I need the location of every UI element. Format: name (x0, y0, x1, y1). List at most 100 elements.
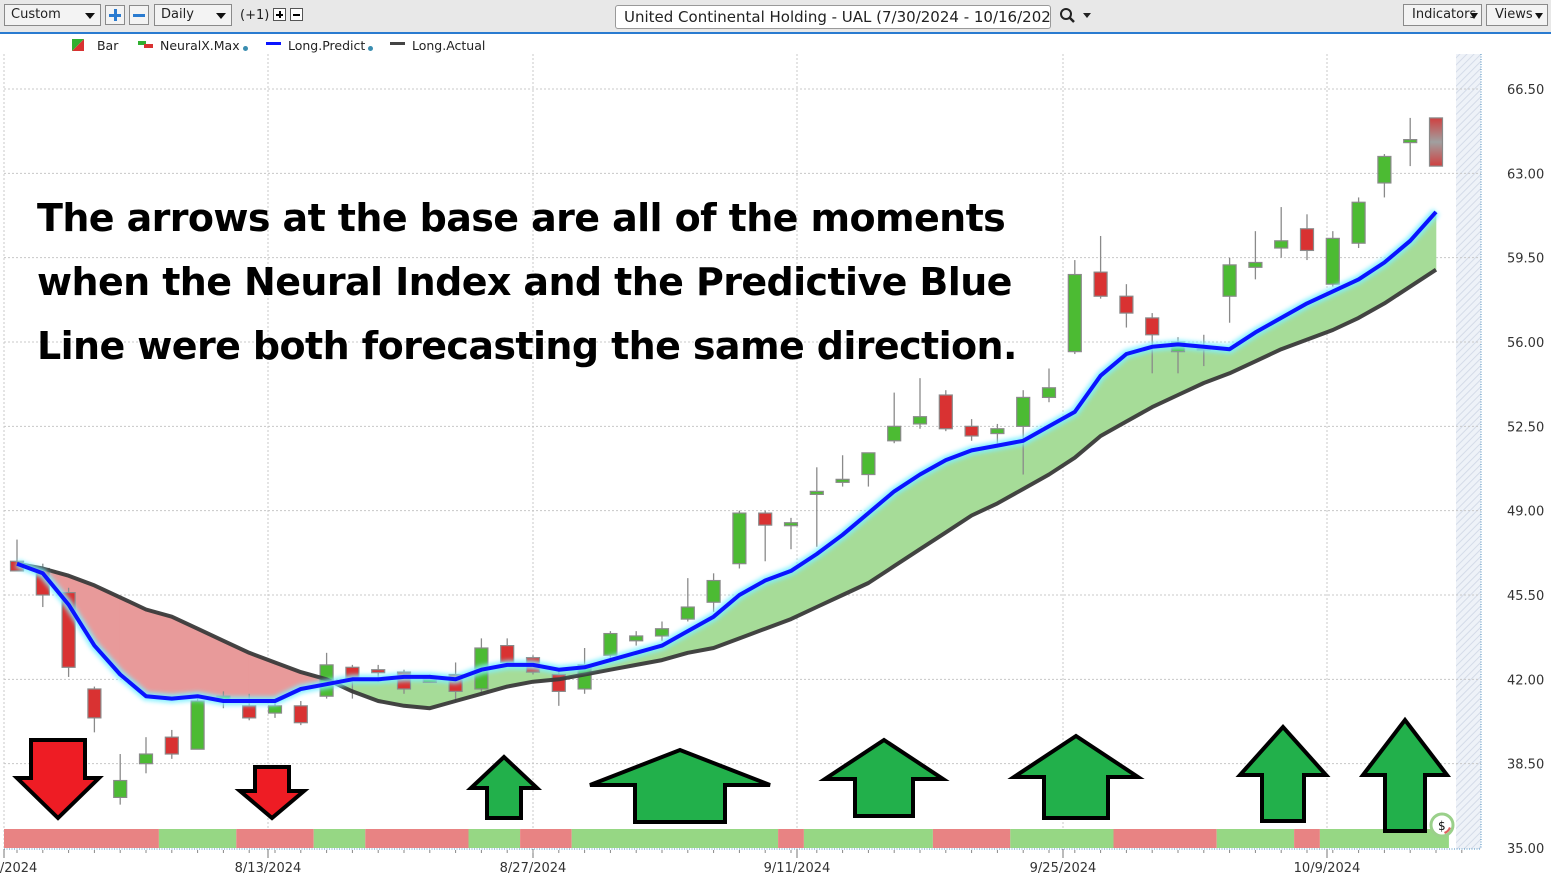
candle-body (267, 705, 283, 714)
candle-body (1145, 317, 1160, 336)
legend-item-long-predict[interactable]: Long.Predict (266, 38, 374, 53)
candle-body (500, 644, 515, 664)
grid (3, 54, 1481, 849)
neural-band-segment-bull (468, 829, 521, 848)
candle (1093, 235, 1108, 299)
bar-swatch-icon (72, 39, 84, 51)
neural-band-segment-bull (571, 829, 779, 848)
y-tick-label: 38.50 (1507, 758, 1544, 773)
candle-body (680, 606, 695, 620)
candle-body (113, 779, 128, 798)
neural-index-band (4, 829, 1449, 848)
candle (190, 696, 205, 750)
candle (1041, 368, 1057, 403)
candle-body (783, 522, 799, 527)
neural-band-segment-bull (1010, 829, 1114, 848)
y-axis: 66.50 63.00 59.50 56.00 52.50 49.00 45.50 42.00… (1507, 83, 1544, 857)
candle-body (164, 736, 179, 755)
candle (938, 390, 953, 432)
candle (1222, 257, 1237, 323)
candle-body (861, 452, 876, 476)
y-tick-label: 42.00 (1507, 673, 1544, 688)
arrow-up-icon (465, 754, 543, 820)
candle (1377, 154, 1392, 198)
candle-body (1119, 295, 1134, 314)
neural-band-segment-bear (778, 829, 804, 848)
candle (1351, 197, 1366, 249)
candle-body (990, 428, 1005, 435)
legend-label: NeuralX.Max (159, 38, 240, 53)
candle-body (732, 512, 747, 565)
candle-body (1067, 273, 1082, 353)
price-chart[interactable]: 66.50 63.00 59.50 56.00 52.50 49.00 45.50 42.00… (0, 0, 1551, 883)
signal-arrows (12, 716, 1452, 833)
actual-swatch-icon (390, 42, 405, 45)
candle (680, 578, 695, 622)
candle-body (938, 394, 953, 430)
candle (87, 686, 102, 733)
y-tick-label: 63.00 (1507, 167, 1544, 182)
neural-band-segment-bear (1113, 829, 1217, 848)
candle (912, 378, 928, 429)
candle (1428, 117, 1444, 167)
dollar-badge-icon[interactable]: $ (1429, 812, 1455, 838)
y-tick-label: 56.00 (1507, 336, 1544, 351)
annotation-text: The arrows at the base are all of the mo… (37, 186, 1017, 378)
x-axis: 7/30/2024 8/13/2024 8/27/2024 9/11/2024 9/25… (0, 849, 1463, 876)
candle-body (1248, 261, 1263, 268)
neural-band-segment-bull (1216, 829, 1295, 848)
neural-band-segment-bull (803, 829, 933, 848)
candle-body (912, 416, 928, 425)
arrow-up-icon (818, 737, 950, 818)
candle-body (1428, 117, 1444, 167)
arrow-up-icon (1235, 724, 1331, 823)
neural-band-segment-bull (158, 829, 237, 848)
candle-body (1093, 271, 1108, 297)
legend-item-neuralx-max[interactable]: NeuralX.Max (138, 38, 248, 53)
neural-band-segment-bear (365, 829, 469, 848)
annotation-line: The arrows at the base are all of the mo… (37, 196, 1006, 240)
neural-band-segment-bear (932, 829, 1011, 848)
settings-dot-icon[interactable] (368, 46, 374, 51)
candle (758, 510, 773, 562)
arrow-down-icon (12, 738, 104, 821)
candle-body (1299, 228, 1315, 252)
candle (551, 669, 566, 706)
legend-label: Bar (96, 38, 119, 53)
x-tick-label: 9/25/2024 (1030, 861, 1097, 876)
candle (861, 452, 876, 487)
candle-body (242, 705, 257, 719)
candle-body (887, 425, 902, 442)
candle-body (706, 579, 721, 603)
settings-dot-icon[interactable] (242, 46, 248, 51)
x-tick-label: 9/11/2024 (764, 861, 831, 876)
fill-segment (145, 609, 173, 699)
legend-item-bar[interactable]: Bar (72, 38, 118, 53)
legend-label: Long.Actual (411, 38, 486, 53)
candle-body (629, 635, 644, 642)
candle (1274, 207, 1289, 258)
svg-text:$: $ (1438, 819, 1446, 833)
candle-body (190, 700, 205, 750)
candle-body (1325, 237, 1340, 285)
x-tick-label: 10/9/2024 (1294, 861, 1361, 876)
candle (138, 737, 154, 774)
candle (1119, 284, 1134, 328)
candle (293, 701, 308, 726)
candle-body (1351, 201, 1366, 244)
y-tick-label: 59.50 (1507, 252, 1544, 267)
neural-band-segment-bear (520, 829, 572, 848)
y-tick-label: 66.50 (1507, 83, 1544, 98)
annotation-line: when the Neural Index and the Predictive… (37, 260, 1012, 304)
candle (887, 392, 902, 444)
candle (1067, 260, 1082, 355)
candle (732, 510, 747, 569)
candle (809, 467, 824, 547)
candle-body (1274, 240, 1289, 249)
arrow-up-icon (1358, 716, 1452, 833)
legend-item-long-actual[interactable]: Long.Actual (390, 38, 485, 53)
x-tick-label: 8/27/2024 (500, 861, 567, 876)
candle (706, 573, 721, 612)
y-tick-label: 35.00 (1507, 842, 1544, 857)
candle-body (835, 478, 850, 483)
